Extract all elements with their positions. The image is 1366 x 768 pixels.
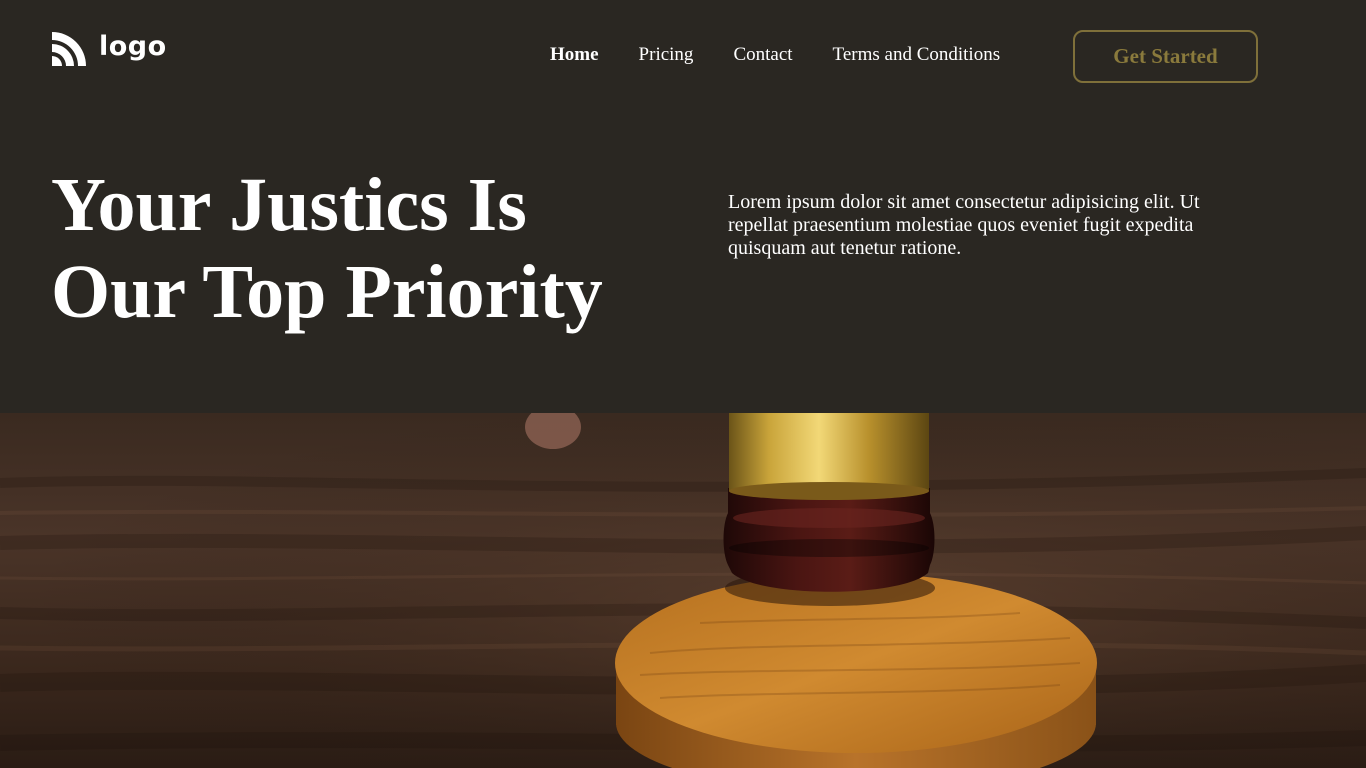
hero-image [0,413,1366,768]
rss-wave-icon [52,32,86,66]
header-section: logo Home Pricing Contact Terms and Cond… [0,0,1366,413]
logo-text: logo [99,30,167,62]
hero-title-line-1: Your Justics Is [51,163,527,247]
hero-title-line-2: Our Top Priority [51,250,603,334]
logo[interactable]: logo [50,29,167,69]
nav-item-contact[interactable]: Contact [733,44,792,66]
gavel-photo [0,413,1366,768]
hero-description: Lorem ipsum dolor sit amet consectetur a… [728,191,1200,259]
get-started-button[interactable]: Get Started [1073,30,1258,83]
nav-item-pricing[interactable]: Pricing [639,44,694,66]
nav-item-terms[interactable]: Terms and Conditions [833,44,1001,66]
nav-item-home[interactable]: Home [550,44,599,66]
hero-title: Your Justics Is Our Top Priority [51,162,671,336]
main-nav: Home Pricing Contact Terms and Condition… [550,44,1000,66]
